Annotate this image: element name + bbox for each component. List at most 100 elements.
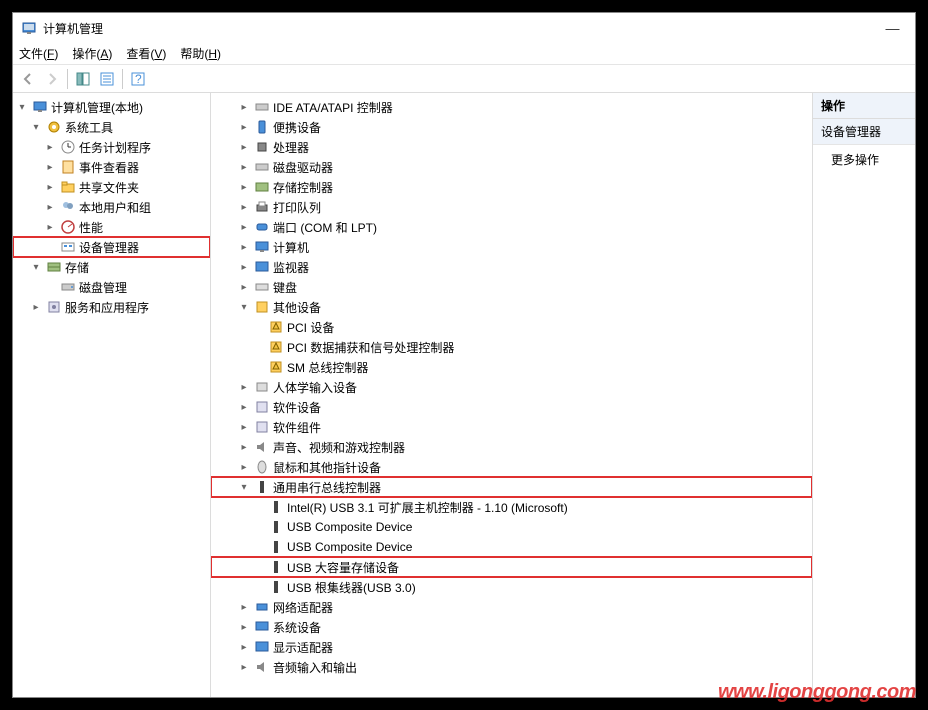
dev-pci-data[interactable]: PCI 数据捕获和信号处理控制器 (211, 337, 812, 357)
tools-icon (46, 119, 62, 135)
performance-icon (60, 219, 76, 235)
toolbar-separator (67, 69, 68, 89)
minimize-button[interactable]: — (870, 13, 915, 43)
clock-icon (60, 139, 76, 155)
dev-software-comp[interactable]: ▸软件组件 (211, 417, 812, 437)
tree-root[interactable]: ▾ 计算机管理(本地) (13, 97, 210, 117)
dev-sm-bus[interactable]: SM 总线控制器 (211, 357, 812, 377)
back-button[interactable] (17, 68, 39, 90)
storage-icon (46, 259, 62, 275)
storage-ctrl-icon (254, 179, 270, 195)
folder-icon (60, 179, 76, 195)
content-area: ▾ 计算机管理(本地) ▾ 系统工具 ▸ 任务计划程序 ▸ 事件查看器 ▸ (13, 93, 915, 697)
usb-device-icon (268, 499, 284, 515)
warning-icon (268, 359, 284, 375)
menu-view[interactable]: 查看(V) (126, 45, 166, 62)
warning-icon (268, 319, 284, 335)
dev-system-dev[interactable]: ▸系统设备 (211, 617, 812, 637)
tree-performance[interactable]: ▸ 性能 (13, 217, 210, 237)
dev-usb3[interactable]: USB Composite Device (211, 537, 812, 557)
dev-display[interactable]: ▸显示适配器 (211, 637, 812, 657)
dev-hid[interactable]: ▸人体学输入设备 (211, 377, 812, 397)
collapse-icon: ▾ (29, 120, 43, 134)
port-icon (254, 219, 270, 235)
dev-keyboard[interactable]: ▸键盘 (211, 277, 812, 297)
tree-device-manager[interactable]: 设备管理器 (13, 237, 210, 257)
dev-printer[interactable]: ▸打印队列 (211, 197, 812, 217)
dev-ide[interactable]: ▸IDE ATA/ATAPI 控制器 (211, 97, 812, 117)
dev-portable[interactable]: ▸便携设备 (211, 117, 812, 137)
tree-event-viewer[interactable]: ▸ 事件查看器 (13, 157, 210, 177)
menu-help[interactable]: 帮助(H) (180, 45, 221, 62)
menu-file[interactable]: 文件(F) (19, 45, 58, 62)
dev-monitor[interactable]: ▸监视器 (211, 257, 812, 277)
app-icon (21, 20, 37, 36)
expand-icon: ▸ (43, 180, 57, 194)
tree-local-users[interactable]: ▸ 本地用户和组 (13, 197, 210, 217)
dev-usb4[interactable]: USB 大容量存储设备 (211, 557, 812, 577)
disk-icon (60, 279, 76, 295)
expand-icon: ▸ (29, 300, 43, 314)
tree-shared-folders[interactable]: ▸ 共享文件夹 (13, 177, 210, 197)
menu-bar: 文件(F) 操作(A) 查看(V) 帮助(H) (13, 43, 915, 65)
mouse-icon (254, 459, 270, 475)
dev-processor[interactable]: ▸处理器 (211, 137, 812, 157)
forward-button[interactable] (41, 68, 63, 90)
warning-icon (268, 339, 284, 355)
device-tree: ▸IDE ATA/ATAPI 控制器 ▸便携设备 ▸处理器 ▸磁盘驱动器 ▸存储… (211, 93, 813, 697)
console-tree: ▾ 计算机管理(本地) ▾ 系统工具 ▸ 任务计划程序 ▸ 事件查看器 ▸ (13, 93, 211, 697)
dev-audio[interactable]: ▸音频输入和输出 (211, 657, 812, 677)
dev-network[interactable]: ▸网络适配器 (211, 597, 812, 617)
tree-services-apps[interactable]: ▸ 服务和应用程序 (13, 297, 210, 317)
computer-icon (254, 239, 270, 255)
tree-disk-mgmt[interactable]: 磁盘管理 (13, 277, 210, 297)
audio-icon (254, 659, 270, 675)
collapse-icon: ▾ (15, 100, 29, 114)
monitor-icon (254, 259, 270, 275)
dev-other[interactable]: ▾其他设备 (211, 297, 812, 317)
usb-device-icon (268, 519, 284, 535)
dev-sound[interactable]: ▸声音、视频和游戏控制器 (211, 437, 812, 457)
tree-system-tools[interactable]: ▾ 系统工具 (13, 117, 210, 137)
portable-icon (254, 119, 270, 135)
tree-task-scheduler[interactable]: ▸ 任务计划程序 (13, 137, 210, 157)
dev-usb2[interactable]: USB Composite Device (211, 517, 812, 537)
actions-header: 操作 (813, 93, 915, 119)
event-icon (60, 159, 76, 175)
services-icon (46, 299, 62, 315)
system-icon (254, 619, 270, 635)
other-icon (254, 299, 270, 315)
properties-button[interactable] (96, 68, 118, 90)
help-button[interactable]: ? (127, 68, 149, 90)
expand-icon: ▸ (43, 160, 57, 174)
component-icon (254, 419, 270, 435)
dev-usb-ctrl[interactable]: ▾通用串行总线控制器 (211, 477, 812, 497)
dev-usb5[interactable]: USB 根集线器(USB 3.0) (211, 577, 812, 597)
expand-icon: ▸ (43, 200, 57, 214)
dev-pci-device[interactable]: PCI 设备 (211, 317, 812, 337)
dev-storage-ctrl[interactable]: ▸存储控制器 (211, 177, 812, 197)
dev-disk-drive[interactable]: ▸磁盘驱动器 (211, 157, 812, 177)
window-frame: 计算机管理 — 文件(F) 操作(A) 查看(V) 帮助(H) ? ▾ 计算机管… (12, 12, 916, 698)
usb-device-icon (268, 559, 284, 575)
device-mgr-icon (60, 239, 76, 255)
ide-icon (254, 99, 270, 115)
keyboard-icon (254, 279, 270, 295)
dev-software-dev[interactable]: ▸软件设备 (211, 397, 812, 417)
svg-text:?: ? (135, 72, 142, 86)
dev-ports[interactable]: ▸端口 (COM 和 LPT) (211, 217, 812, 237)
more-actions[interactable]: 更多操作 (813, 145, 915, 174)
cpu-icon (254, 139, 270, 155)
tree-storage[interactable]: ▾ 存储 (13, 257, 210, 277)
hid-icon (254, 379, 270, 395)
sound-icon (254, 439, 270, 455)
dev-mouse[interactable]: ▸鼠标和其他指针设备 (211, 457, 812, 477)
software-icon (254, 399, 270, 415)
users-icon (60, 199, 76, 215)
show-hide-tree-button[interactable] (72, 68, 94, 90)
collapse-icon: ▾ (29, 260, 43, 274)
dev-usb1[interactable]: Intel(R) USB 3.1 可扩展主机控制器 - 1.10 (Micros… (211, 497, 812, 517)
menu-action[interactable]: 操作(A) (72, 45, 112, 62)
title-bar: 计算机管理 — (13, 13, 915, 43)
dev-computer[interactable]: ▸计算机 (211, 237, 812, 257)
